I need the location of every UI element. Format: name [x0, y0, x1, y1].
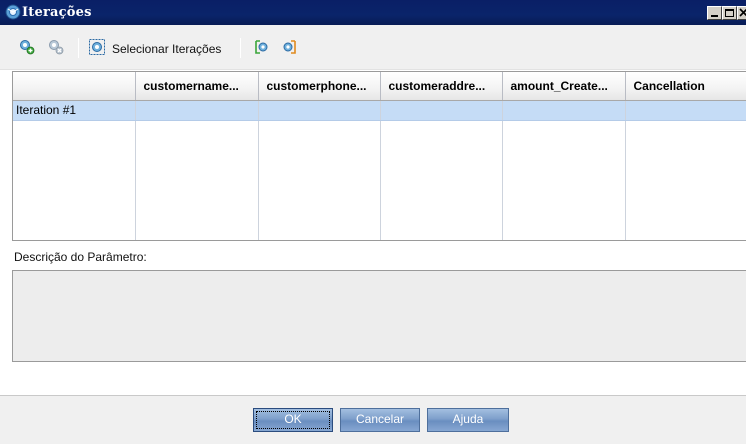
table-cell[interactable]	[380, 100, 503, 121]
empty-cell	[502, 120, 626, 240]
toolbar: Selecionar Iterações	[0, 25, 746, 70]
add-iteration-icon[interactable]	[19, 39, 35, 55]
select-iterations-icon[interactable]	[89, 39, 105, 55]
minimize-button[interactable]	[707, 6, 722, 20]
maximize-icon	[725, 9, 734, 17]
export-icon[interactable]	[282, 39, 298, 55]
empty-cell	[258, 120, 381, 240]
column-header-customerphone[interactable]: customerphone...	[258, 72, 381, 101]
parameter-description-label: Descrição do Parâmetro:	[14, 250, 147, 264]
toolbar-separator	[78, 38, 79, 58]
column-header-customeraddress[interactable]: customeraddre...	[380, 72, 503, 101]
table-cell[interactable]	[258, 100, 381, 121]
column-header-row-label[interactable]	[13, 72, 136, 101]
ok-button[interactable]: OK	[253, 408, 333, 432]
parameter-description-box	[12, 270, 746, 362]
empty-cell	[13, 120, 136, 240]
column-header-cancellation[interactable]: Cancellation	[625, 72, 746, 101]
toolbar-separator	[240, 38, 241, 58]
empty-cell	[135, 120, 259, 240]
iterations-icon	[5, 4, 21, 20]
maximize-button[interactable]	[722, 6, 737, 20]
table-row[interactable]: Iteration #1	[13, 100, 746, 121]
close-button[interactable]	[737, 6, 746, 20]
table-cell[interactable]	[625, 100, 746, 121]
close-icon	[739, 8, 746, 17]
column-header-customername[interactable]: customername...	[135, 72, 259, 101]
table-cell[interactable]	[135, 100, 259, 121]
window-title: Iterações	[22, 5, 92, 20]
row-label-cell[interactable]: Iteration #1	[13, 100, 136, 121]
empty-cell	[625, 120, 746, 240]
cancel-button[interactable]: Cancelar	[340, 408, 420, 432]
delete-iteration-icon[interactable]	[48, 39, 64, 55]
title-bar[interactable]: Iterações	[0, 0, 746, 25]
select-iterations-button[interactable]: Selecionar Iterações	[112, 42, 221, 56]
minimize-icon	[711, 15, 718, 17]
help-button[interactable]: Ajuda	[427, 408, 509, 432]
empty-cell	[380, 120, 503, 240]
empty-grid-area	[13, 120, 746, 240]
column-header-amount-create[interactable]: amount_Create...	[502, 72, 626, 101]
import-icon[interactable]	[253, 39, 269, 55]
table-cell[interactable]	[502, 100, 626, 121]
iterations-grid[interactable]: customername... customerphone... custome…	[12, 71, 746, 241]
grid-header-row: customername... customerphone... custome…	[13, 72, 746, 101]
